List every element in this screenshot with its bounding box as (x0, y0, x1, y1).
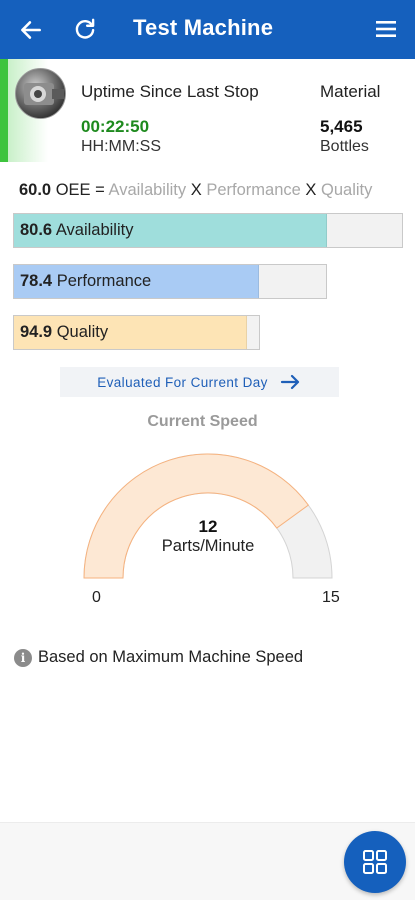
uptime-label: Uptime Since Last Stop (81, 82, 259, 101)
arrow-right-icon (280, 374, 299, 390)
oee-equals: OEE = (55, 181, 105, 199)
current-speed-title: Current Speed (147, 413, 258, 430)
performance-bar[interactable]: 78.4 Performance (13, 264, 327, 299)
speed-unit: Parts/Minute (161, 537, 255, 555)
info-icon: i (14, 648, 32, 667)
refresh-icon[interactable] (72, 16, 98, 42)
evaluation-period-button[interactable]: Evaluated For Current Day (60, 367, 339, 397)
availability-bar[interactable]: 80.6 Availability (13, 213, 403, 248)
availability-label: Availability (55, 221, 134, 239)
oee-performance-term: Performance (206, 181, 301, 199)
material-unit: Bottles (320, 138, 369, 155)
quality-label: Quality (56, 323, 109, 341)
performance-bar-label: 78.4 Performance (20, 272, 151, 291)
performance-label: Performance (56, 272, 152, 290)
hamburger-menu-icon[interactable] (374, 18, 398, 40)
machine-status-indicator (0, 59, 8, 162)
uptime-unit: HH:MM:SS (81, 138, 161, 155)
dashboard-grid-button[interactable] (344, 831, 406, 893)
speed-gauge (83, 453, 333, 579)
page-title: Test Machine (133, 15, 274, 40)
material-count: 5,465 (320, 117, 363, 136)
availability-bar-label: 80.6 Availability (20, 221, 133, 240)
oee-times-2: X (305, 181, 317, 199)
speed-max-label: 15 (322, 589, 340, 606)
speed-info-note: i Based on Maximum Machine Speed (14, 648, 303, 667)
oee-times-1: X (190, 181, 202, 199)
machine-summary-card[interactable]: Uptime Since Last Stop 00:22:50 HH:MM:SS… (0, 59, 415, 162)
availability-value: 80.6 (20, 221, 53, 239)
speed-info-text: Based on Maximum Machine Speed (38, 648, 304, 666)
oee-quality-term: Quality (321, 181, 373, 199)
quality-bar[interactable]: 94.9 Quality (13, 315, 260, 350)
machine-avatar (15, 68, 66, 119)
speed-value: 12 (198, 517, 218, 536)
performance-value: 78.4 (20, 272, 53, 290)
oee-value: 60.0 (19, 181, 52, 199)
oee-availability-term: Availability (108, 181, 187, 199)
evaluation-period-label: Evaluated For Current Day (97, 374, 268, 390)
speed-min-label: 0 (92, 589, 101, 606)
grid-icon (363, 850, 387, 874)
oee-formula: 60.0 OEE = Availability X Performance X … (19, 181, 372, 200)
material-label: Material (320, 82, 381, 101)
quality-bar-label: 94.9 Quality (20, 323, 108, 342)
arrow-left-icon[interactable] (18, 17, 44, 43)
uptime-value: 00:22:50 (81, 117, 150, 136)
app-bar: Test Machine (0, 0, 415, 59)
quality-value: 94.9 (20, 323, 53, 341)
speed-gauge-fill (83, 453, 310, 579)
